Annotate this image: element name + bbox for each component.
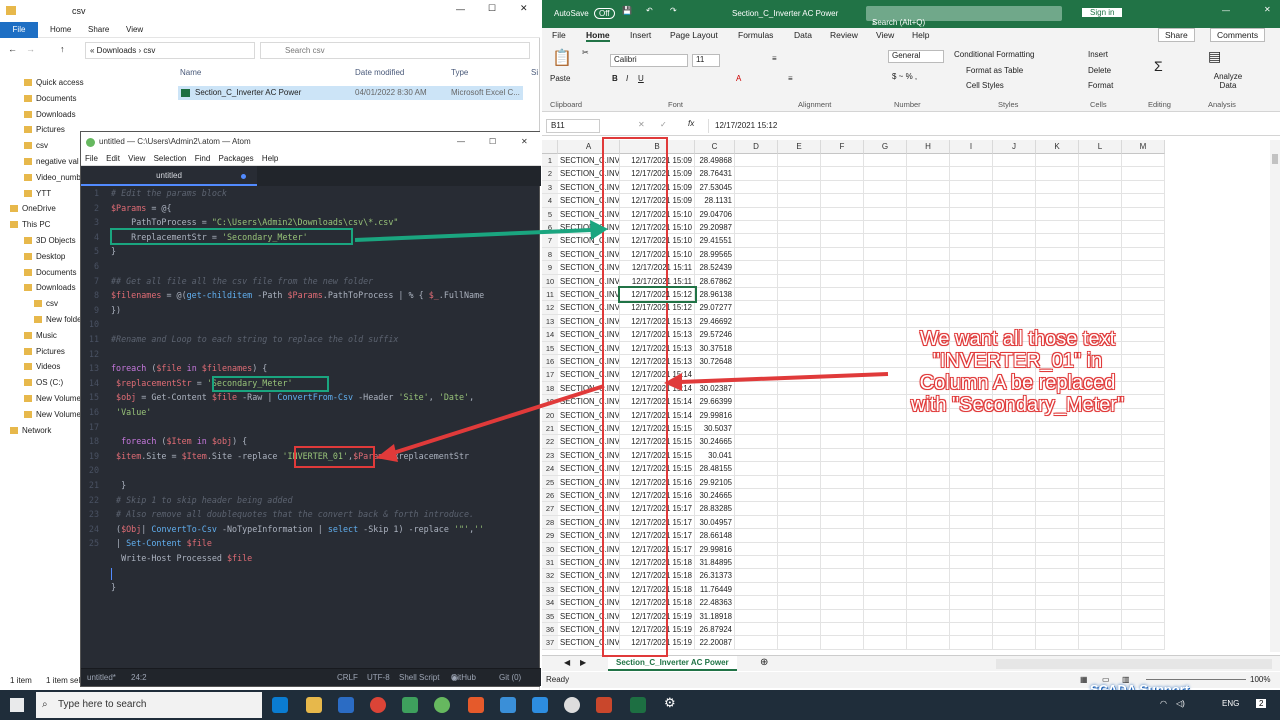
red-arrow-right (679, 372, 889, 384)
green-arrowhead (590, 220, 608, 240)
obs-icon[interactable] (564, 697, 580, 713)
chrome-icon[interactable] (370, 697, 386, 713)
atom-icon[interactable] (434, 697, 450, 713)
note-line-2: "INVERTER_01" in (932, 350, 1103, 372)
language-indicator[interactable]: ENG (1222, 699, 1239, 708)
wifi-icon[interactable]: ◠ (1160, 699, 1167, 708)
snip-icon[interactable] (500, 697, 516, 713)
annotation-note: We want all those text "INVERTER_01" in … (890, 328, 1145, 416)
note-line-1: We want all those text (919, 328, 1116, 350)
taskbar-search[interactable]: ⌕ Type here to search (36, 692, 262, 718)
green-arrow (354, 228, 593, 242)
red-arrowhead-left (376, 444, 398, 462)
settings-gear-icon[interactable]: ⚙ (664, 695, 680, 711)
red-arrowhead-right (664, 373, 682, 391)
windows-start-icon[interactable] (10, 698, 24, 712)
note-line-3: Column A be replaced (919, 372, 1116, 394)
file-explorer-icon[interactable] (306, 697, 322, 713)
powerpoint-icon[interactable] (596, 697, 612, 713)
edge-icon[interactable] (272, 697, 288, 713)
volume-icon[interactable]: ◁) (1176, 699, 1185, 708)
cell[interactable]: 12/17/2021 15:12 (618, 285, 697, 304)
excel-icon[interactable] (630, 697, 646, 713)
sublime-icon[interactable] (468, 697, 484, 713)
search-icon: ⌕ (42, 699, 48, 710)
red-arrow-left (389, 384, 605, 456)
taskbar: ⌕ Type here to search ⚙ ◠ ◁) ENG 2 (0, 690, 1280, 720)
notepad-plus-icon[interactable] (402, 697, 418, 713)
notification-badge[interactable]: 2 (1256, 699, 1267, 708)
taskbar-search-text: Type here to search (58, 699, 147, 710)
mail-icon[interactable] (338, 697, 354, 713)
vscode-icon[interactable] (532, 697, 548, 713)
note-line-4: with "Secondary_Meter" (910, 394, 1125, 416)
